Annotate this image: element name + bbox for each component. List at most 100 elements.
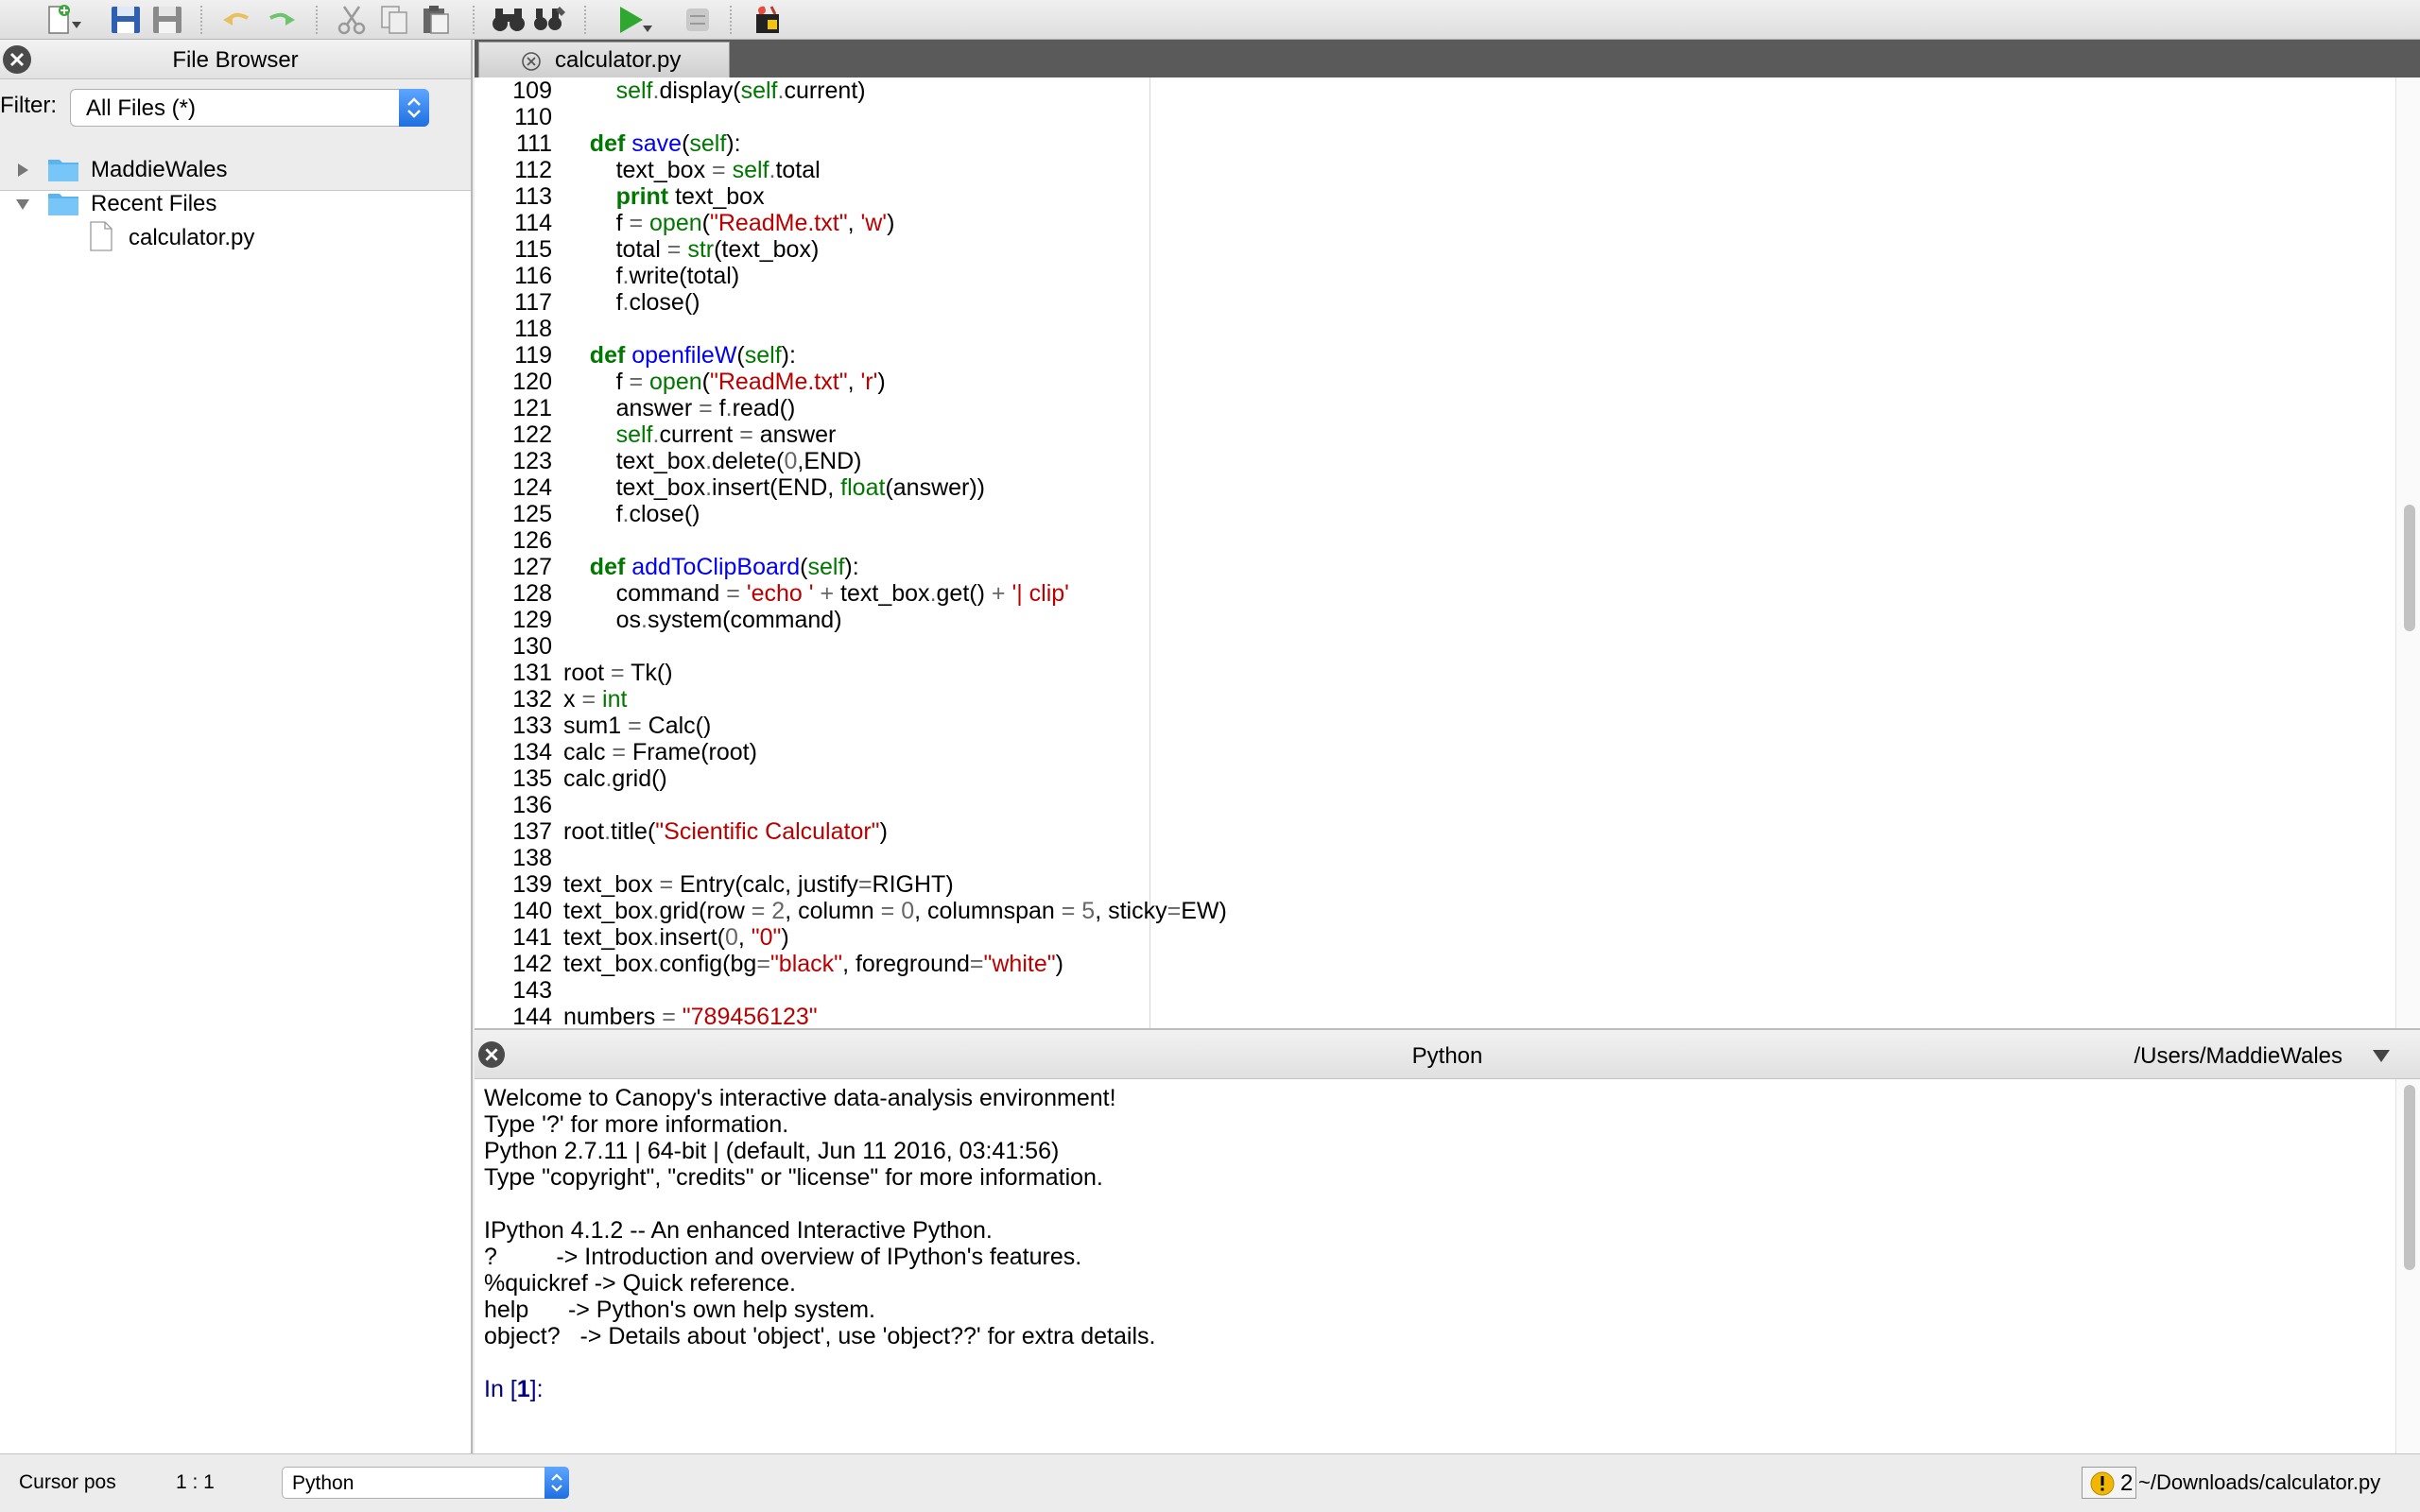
canopy-editor-window: File Browser Filter: All Files (*) Maddi…: [0, 0, 2420, 1512]
code-line: calc = Frame(root): [563, 739, 757, 765]
code-token: Frame(root): [626, 739, 757, 765]
line-number: 123: [512, 448, 552, 474]
code-line: f.close(): [563, 289, 700, 316]
toolbar-separator: [730, 6, 732, 34]
file-browser-panel: File Browser Filter: All Files (*) Maddi…: [0, 40, 473, 1453]
code-token: ,: [847, 210, 861, 236]
code-line: self.display(self.current): [563, 77, 866, 104]
code-line: text_box = self.total: [563, 157, 821, 183]
code-token: (answer)): [885, 474, 986, 501]
code-token: 2: [771, 898, 786, 924]
code-token: root: [563, 660, 612, 686]
code-token: ): [1055, 951, 1063, 977]
line-number: 122: [512, 421, 552, 448]
expand-arrow-icon[interactable]: [13, 161, 32, 180]
editor-vertical-scrollbar[interactable]: [2395, 77, 2420, 1028]
tree-item-recent-files[interactable]: Recent Files: [0, 187, 469, 221]
tree-item-label: Recent Files: [91, 191, 217, 216]
line-number: 110: [514, 104, 552, 130]
code-token: delete(: [712, 448, 785, 474]
language-dropdown[interactable]: Python: [282, 1467, 569, 1499]
code-token: =: [726, 580, 740, 607]
filter-dropdown[interactable]: All Files (*): [70, 89, 429, 127]
save-all-icon[interactable]: [149, 3, 187, 37]
code-token: answer: [752, 421, 837, 448]
save-icon[interactable]: [108, 3, 146, 37]
code-token: RIGHT): [872, 871, 954, 898]
code-token: =: [629, 369, 644, 395]
line-number: 109: [512, 77, 552, 104]
tree-item-maddiewales[interactable]: MaddieWales: [0, 153, 469, 187]
prompt-suffix: ]:: [529, 1376, 544, 1402]
code-token: text_box: [563, 474, 706, 501]
code-token: 0: [901, 898, 915, 924]
console-scroll-thumb[interactable]: [2404, 1085, 2415, 1270]
line-number: 132: [512, 686, 552, 713]
code-token: =: [712, 157, 726, 183]
find-replace-icon[interactable]: [531, 3, 569, 37]
code-token: ):: [781, 342, 796, 369]
toolbar-separator: [200, 6, 202, 34]
code-token: text_box: [563, 448, 706, 474]
line-number: 136: [512, 792, 552, 818]
code-line: total = str(text_box): [563, 236, 820, 263]
collapse-arrow-icon[interactable]: [13, 195, 32, 214]
editor-scroll-thumb[interactable]: [2404, 505, 2415, 631]
file-browser-header: File Browser: [0, 40, 471, 79]
prompt-number: 1: [516, 1376, 530, 1402]
code-token: =: [581, 686, 596, 713]
editor-tab-bar: calculator.py: [475, 40, 2420, 77]
code-token: open: [649, 369, 702, 395]
close-tab-icon[interactable]: [521, 51, 542, 72]
redo-icon[interactable]: [261, 3, 299, 37]
package-manager-icon[interactable]: [749, 3, 786, 37]
code-token: ): [877, 369, 886, 395]
undo-icon[interactable]: [219, 3, 257, 37]
line-number: 126: [512, 527, 552, 554]
toolbar-separator: [584, 6, 586, 34]
folder-icon: [48, 160, 78, 181]
chevron-down-icon[interactable]: [2371, 1047, 2392, 1064]
warnings-indicator[interactable]: 2: [2082, 1467, 2136, 1499]
code-token: "black": [769, 951, 843, 977]
tree-item-calculator-py[interactable]: calculator.py: [0, 221, 469, 255]
console-vertical-scrollbar[interactable]: [2395, 1079, 2420, 1453]
code-token: , sticky: [1095, 898, 1167, 924]
code-token: text_box: [668, 183, 765, 210]
code-line: root.title("Scientific Calculator"): [563, 818, 888, 845]
paste-icon[interactable]: [418, 3, 456, 37]
find-icon[interactable]: [490, 3, 527, 37]
cut-icon[interactable]: [333, 3, 371, 37]
console-line: Welcome to Canopy's interactive data-ana…: [484, 1085, 1116, 1111]
run-icon[interactable]: [614, 3, 652, 37]
code-token: text_box: [563, 951, 653, 977]
new-file-icon[interactable]: [45, 3, 83, 37]
line-number: 142: [512, 951, 552, 977]
code-line: calc.grid(): [563, 765, 667, 792]
code-token: , foreground: [842, 951, 970, 977]
debug-icon[interactable]: [679, 3, 717, 37]
code-token: def: [589, 130, 626, 157]
warning-count: 2: [2120, 1470, 2134, 1496]
tree-item-label: MaddieWales: [91, 157, 228, 182]
line-number: 124: [512, 474, 552, 501]
code-line: text_box.delete(0,END): [563, 448, 862, 474]
code-line: text_box.insert(END, float(answer)): [563, 474, 985, 501]
code-line: text_box = Entry(calc, justify=RIGHT): [563, 871, 954, 898]
code-token: current: [659, 421, 740, 448]
dropdown-arrows-icon: [399, 89, 429, 127]
console-input-prompt[interactable]: In [1]:: [484, 1376, 544, 1402]
code-token: +: [820, 580, 835, 607]
code-token: ,: [847, 369, 861, 395]
tab-calculator-py[interactable]: calculator.py: [478, 42, 730, 77]
code-line: f = open("ReadMe.txt", 'r'): [563, 369, 886, 395]
code-editor[interactable]: 109 110 111 112 113 114 115 116 117 118 119 120 121 1…: [475, 77, 2420, 1028]
copy-icon[interactable]: [376, 3, 414, 37]
line-number: 127: [512, 554, 552, 580]
tab-label: calculator.py: [555, 47, 682, 73]
